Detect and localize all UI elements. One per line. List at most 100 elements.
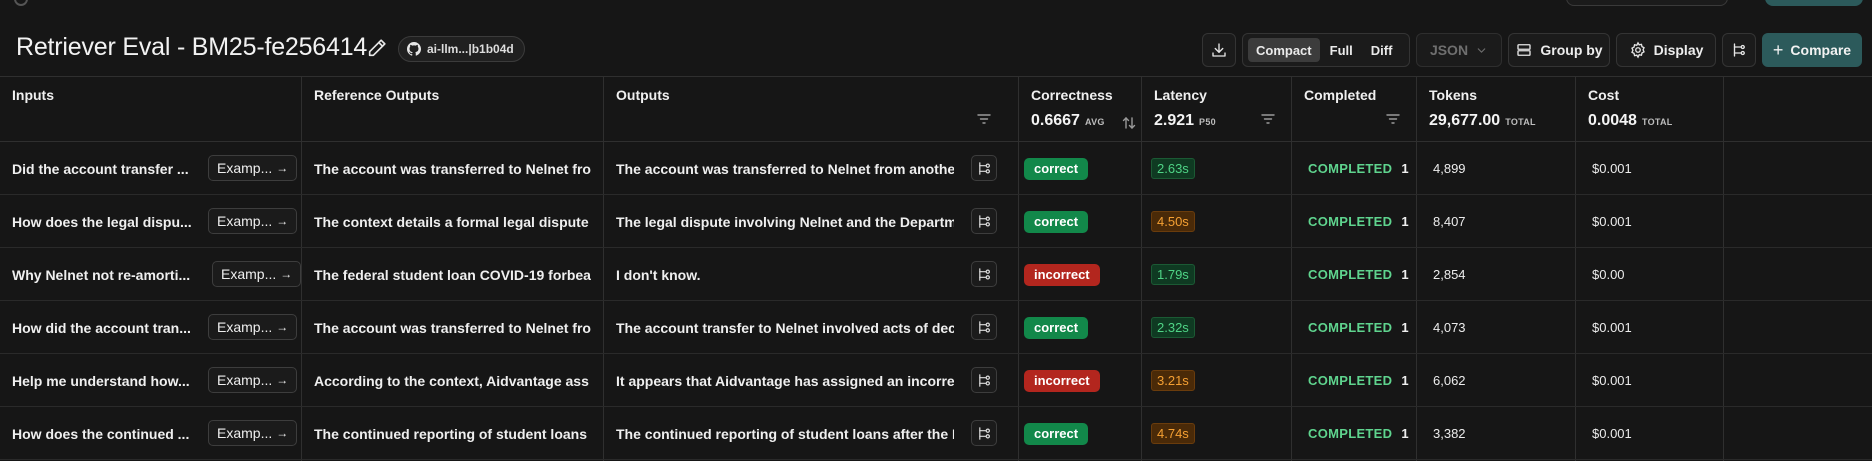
status-count: 1 — [1401, 426, 1409, 441]
compare-traces-icon — [1733, 43, 1745, 57]
format-label: JSON — [1429, 42, 1469, 58]
tokens-cell: 8,407 — [1433, 214, 1466, 229]
output-cell: The legal dispute involving Nelnet and t… — [616, 213, 954, 230]
correctness-badge[interactable]: correct — [1024, 157, 1089, 180]
compare-traces-button[interactable] — [1722, 33, 1756, 67]
input-cell: How does the legal dispu... — [12, 213, 192, 230]
trace-icon — [977, 161, 992, 176]
example-button[interactable]: Examp... → — [208, 208, 298, 234]
latency-cell: 2.63s — [1142, 142, 1292, 195]
trace-icon — [977, 426, 992, 441]
arrow-right-icon: → — [276, 373, 289, 387]
latency-badge: 2.63s — [1151, 158, 1195, 179]
latency-badge: 4.74s — [1151, 423, 1195, 444]
input-cell: Why Nelnet not re-amorti... — [12, 266, 191, 283]
reference-cell: The account was transferred to Nelnet fr… — [314, 160, 591, 177]
top-strip — [0, 0, 1872, 8]
example-button[interactable]: Examp... → — [208, 367, 298, 393]
commit-badge[interactable]: ai-llm...|b1b04d — [398, 36, 525, 62]
status-count: 1 — [1401, 373, 1409, 388]
latency-badge: 1.79s — [1151, 264, 1195, 285]
correctness-badge[interactable]: incorrect — [1024, 263, 1100, 286]
status-badge: COMPLETED — [1308, 373, 1393, 388]
correctness-badge[interactable]: correct — [1024, 316, 1089, 339]
github-icon — [407, 42, 421, 56]
input-cell: Help me understand how... — [12, 372, 190, 389]
filter-icon[interactable] — [976, 111, 992, 127]
reference-cell: The continued reporting of student loans — [314, 425, 587, 442]
header-reference[interactable]: Reference Outputs — [302, 77, 604, 142]
correctness-badge[interactable]: correct — [1024, 210, 1089, 233]
cost-cell: $0.001 — [1592, 214, 1632, 229]
input-cell: Did the account transfer ... — [12, 160, 189, 177]
correctness-badge[interactable]: correct — [1024, 422, 1089, 445]
status-cell: COMPLETED 1 — [1292, 354, 1417, 407]
top-action[interactable] — [1765, 0, 1863, 6]
header-latency[interactable]: Latency 2.921 P50 — [1142, 77, 1292, 142]
trace-icon — [977, 267, 992, 282]
view-compact-button[interactable]: Compact — [1248, 38, 1320, 62]
edit-icon[interactable] — [366, 37, 388, 59]
header-correctness[interactable]: Correctness 0.6667 AVG — [1019, 77, 1142, 142]
trace-button[interactable] — [971, 208, 997, 234]
table-header: Inputs Reference Outputs Outputs Correct… — [0, 77, 1872, 142]
output-cell: I don't know. — [616, 266, 701, 283]
group-by-button[interactable]: Group by — [1508, 33, 1610, 67]
table-row[interactable]: How does the legal dispu... Examp... → The … — [0, 195, 1872, 248]
output-cell: The continued reporting of student loans… — [616, 425, 954, 442]
reference-cell: The federal student loan COVID-19 forbea — [314, 266, 591, 283]
latency-cell: 2.32s — [1142, 301, 1292, 354]
page-header: Retriever Eval - BM25-fe256414 ai-llm...… — [0, 8, 1872, 76]
display-button[interactable]: Display — [1616, 33, 1716, 67]
table-row[interactable]: Help me understand how... Examp... → Accord… — [0, 354, 1872, 407]
status-count: 1 — [1401, 320, 1409, 335]
trace-button[interactable] — [971, 420, 997, 446]
format-select[interactable]: JSON — [1416, 33, 1502, 67]
header-cost[interactable]: Cost 0.0048 TOTAL — [1576, 77, 1724, 142]
correctness-badge[interactable]: incorrect — [1024, 369, 1100, 392]
table-row[interactable]: How does the continued ... Examp... → The c… — [0, 407, 1872, 460]
plus-icon: + — [1772, 39, 1784, 60]
header-completed[interactable]: Completed — [1292, 77, 1417, 142]
display-label: Display — [1653, 42, 1704, 58]
status-badge: COMPLETED — [1308, 161, 1393, 176]
trace-button[interactable] — [971, 367, 997, 393]
cost-cell: $0.001 — [1592, 161, 1632, 176]
arrow-right-icon: → — [276, 161, 289, 175]
trace-icon — [977, 373, 992, 388]
table-row[interactable]: How did the account tran... Examp... → The … — [0, 301, 1872, 354]
trace-button[interactable] — [971, 261, 997, 287]
example-button[interactable]: Examp... → — [208, 155, 298, 181]
example-button[interactable]: Examp... → — [208, 420, 298, 446]
status-badge: COMPLETED — [1308, 267, 1393, 282]
example-button[interactable]: Examp... → — [208, 314, 298, 340]
example-button[interactable]: Examp... → — [212, 261, 302, 287]
filter-icon[interactable] — [1385, 111, 1401, 127]
tokens-total: 29,677.00 — [1429, 112, 1501, 129]
arrow-right-icon: → — [276, 320, 289, 334]
filter-icon[interactable] — [1260, 111, 1276, 127]
trace-button[interactable] — [971, 155, 997, 181]
sort-icon[interactable] — [1121, 115, 1137, 131]
table-row[interactable]: Did the account transfer ... Examp... → The… — [0, 142, 1872, 195]
reference-cell: The context details a formal legal dispu… — [314, 213, 589, 230]
cost-cell: $0.001 — [1592, 320, 1632, 335]
header-outputs[interactable]: Outputs — [604, 77, 1019, 142]
latency-cell: 1.79s — [1142, 248, 1292, 301]
cost-total: 0.0048 — [1588, 112, 1637, 129]
table-row[interactable]: Why Nelnet not re-amorti... Examp... → The … — [0, 248, 1872, 301]
download-button[interactable] — [1202, 33, 1236, 67]
view-full-button[interactable]: Full — [1322, 38, 1361, 62]
header-inputs[interactable]: Inputs — [0, 77, 302, 142]
header-tokens[interactable]: Tokens 29,677.00 TOTAL — [1417, 77, 1576, 142]
trace-button[interactable] — [971, 314, 997, 340]
view-diff-button[interactable]: Diff — [1363, 38, 1401, 62]
cost-cell: $0.00 — [1592, 267, 1625, 282]
tokens-cell: 4,073 — [1433, 320, 1466, 335]
output-cell: The account was transferred to Nelnet fr… — [616, 160, 954, 177]
arrow-right-icon: → — [280, 267, 293, 281]
gear-icon — [1630, 41, 1645, 59]
correctness-cell: incorrect — [1019, 354, 1142, 407]
top-control[interactable] — [1566, 0, 1728, 6]
compare-button[interactable]: + Compare — [1762, 33, 1862, 67]
